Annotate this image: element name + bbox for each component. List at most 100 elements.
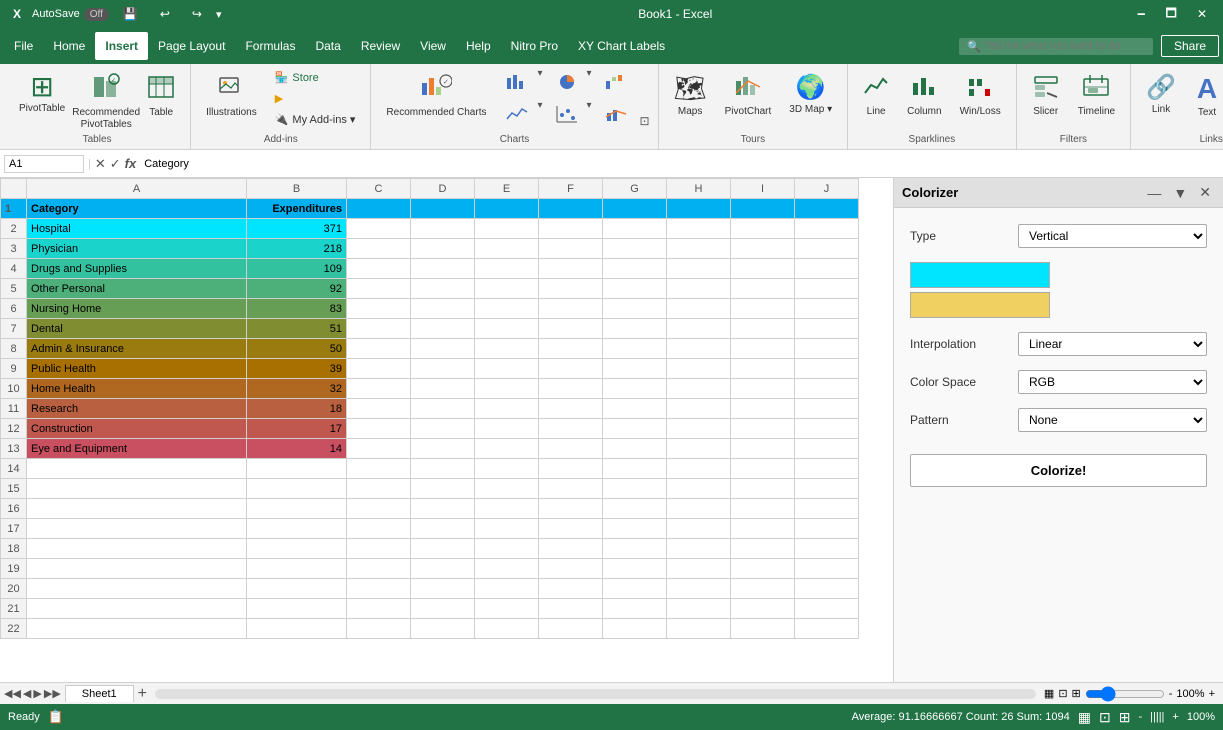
page-break-view-icon[interactable]: ⊞ <box>1072 687 1081 700</box>
chart-dropdown-2[interactable]: ▾ <box>537 100 542 128</box>
pivot-table-button[interactable]: ⊞ PivotTable <box>12 68 72 128</box>
cell-empty[interactable] <box>475 399 539 419</box>
cell-empty[interactable] <box>27 539 247 559</box>
line-chart-button[interactable] <box>499 100 535 128</box>
cell-empty[interactable] <box>411 199 475 219</box>
data-cell-12-1[interactable]: 17 <box>247 419 347 439</box>
cell-empty[interactable] <box>667 619 731 639</box>
zoom-slider[interactable] <box>1085 686 1165 702</box>
cell-empty[interactable] <box>247 459 347 479</box>
cell-empty[interactable] <box>795 279 859 299</box>
cell-empty[interactable] <box>475 199 539 219</box>
cell-empty[interactable] <box>247 519 347 539</box>
cell-empty[interactable] <box>475 279 539 299</box>
cell-empty[interactable] <box>411 459 475 479</box>
cell-empty[interactable] <box>731 379 795 399</box>
cell-empty[interactable] <box>667 339 731 359</box>
win-loss-button[interactable]: Win/Loss <box>953 68 1008 128</box>
data-cell-4-1[interactable]: 109 <box>247 259 347 279</box>
menu-nitro-pro[interactable]: Nitro Pro <box>501 32 568 60</box>
cell-empty[interactable] <box>411 419 475 439</box>
scroll-next-icon[interactable]: ▶ <box>33 687 41 700</box>
cell-empty[interactable] <box>475 459 539 479</box>
cell-empty[interactable] <box>667 279 731 299</box>
cell-empty[interactable] <box>539 319 603 339</box>
cell-empty[interactable] <box>539 519 603 539</box>
cell-empty[interactable] <box>795 419 859 439</box>
col-header-j[interactable]: J <box>795 179 859 199</box>
cell-empty[interactable] <box>603 479 667 499</box>
waterfall-chart-button[interactable] <box>598 68 634 96</box>
cell-empty[interactable] <box>539 559 603 579</box>
cell-empty[interactable] <box>731 239 795 259</box>
cell-empty[interactable] <box>27 559 247 579</box>
cell-empty[interactable] <box>475 319 539 339</box>
cell-empty[interactable] <box>27 479 247 499</box>
cell-empty[interactable] <box>731 519 795 539</box>
color-swatch-yellow[interactable] <box>910 292 1050 318</box>
cell-empty[interactable] <box>347 479 411 499</box>
scroll-prev-icon[interactable]: ◀ <box>23 687 31 700</box>
color-space-select[interactable]: RGB HSL LAB <box>1018 370 1207 394</box>
data-cell-3-1[interactable]: 218 <box>247 239 347 259</box>
cell-empty[interactable] <box>27 499 247 519</box>
data-cell-9-1[interactable]: 39 <box>247 359 347 379</box>
cell-empty[interactable] <box>603 439 667 459</box>
cell-empty[interactable] <box>475 339 539 359</box>
cell-empty[interactable] <box>411 539 475 559</box>
cell-empty[interactable] <box>247 619 347 639</box>
cell-empty[interactable] <box>247 539 347 559</box>
cell-empty[interactable] <box>603 419 667 439</box>
cell-empty[interactable] <box>27 519 247 539</box>
cell-empty[interactable] <box>411 399 475 419</box>
cell-empty[interactable] <box>667 239 731 259</box>
cell-empty[interactable] <box>795 559 859 579</box>
cell-empty[interactable] <box>411 339 475 359</box>
col-header-i[interactable]: I <box>731 179 795 199</box>
cell-empty[interactable] <box>347 379 411 399</box>
autosave-toggle[interactable]: AutoSave Off <box>32 8 109 21</box>
cell-empty[interactable] <box>247 559 347 579</box>
colorizer-minimize-button[interactable]: — <box>1143 183 1165 203</box>
cell-empty[interactable] <box>475 579 539 599</box>
data-cell-8-1[interactable]: 50 <box>247 339 347 359</box>
col-header-d[interactable]: D <box>411 179 475 199</box>
cell-empty[interactable] <box>667 479 731 499</box>
scroll-last-icon[interactable]: ▶▶ <box>44 687 61 700</box>
cell-empty[interactable] <box>411 559 475 579</box>
cell-empty[interactable] <box>795 399 859 419</box>
cell-empty[interactable] <box>411 279 475 299</box>
cell-empty[interactable] <box>603 239 667 259</box>
menu-help[interactable]: Help <box>456 32 501 60</box>
cell-empty[interactable] <box>795 199 859 219</box>
cell-empty[interactable] <box>539 239 603 259</box>
cell-empty[interactable] <box>731 459 795 479</box>
cell-empty[interactable] <box>795 439 859 459</box>
data-cell-13-0[interactable]: Eye and Equipment <box>27 439 247 459</box>
cell-empty[interactable] <box>347 399 411 419</box>
cell-empty[interactable] <box>27 579 247 599</box>
cell-empty[interactable] <box>347 579 411 599</box>
cell-empty[interactable] <box>731 399 795 419</box>
cell-empty[interactable] <box>539 579 603 599</box>
cell-empty[interactable] <box>347 499 411 519</box>
zoom-plus-icon[interactable]: + <box>1209 688 1215 700</box>
cell-empty[interactable] <box>667 459 731 479</box>
timeline-button[interactable]: Timeline <box>1071 68 1122 128</box>
cell-empty[interactable] <box>667 199 731 219</box>
cell-empty[interactable] <box>731 539 795 559</box>
cell-empty[interactable] <box>731 499 795 519</box>
color-swatch-cyan[interactable] <box>910 262 1050 288</box>
cell-empty[interactable] <box>731 439 795 459</box>
cell-empty[interactable] <box>411 219 475 239</box>
col-header-g[interactable]: G <box>603 179 667 199</box>
col-header-a[interactable]: A <box>27 179 247 199</box>
text-button[interactable]: A Text <box>1187 68 1223 128</box>
close-button[interactable]: ✕ <box>1189 2 1215 27</box>
cell-empty[interactable] <box>411 259 475 279</box>
data-cell-3-0[interactable]: Physician <box>27 239 247 259</box>
data-cell-7-1[interactable]: 51 <box>247 319 347 339</box>
sheet-scroll-arrows[interactable]: ◀◀ ◀ ▶ ▶▶ <box>4 687 61 700</box>
cell-empty[interactable] <box>795 579 859 599</box>
cell-empty[interactable] <box>411 619 475 639</box>
